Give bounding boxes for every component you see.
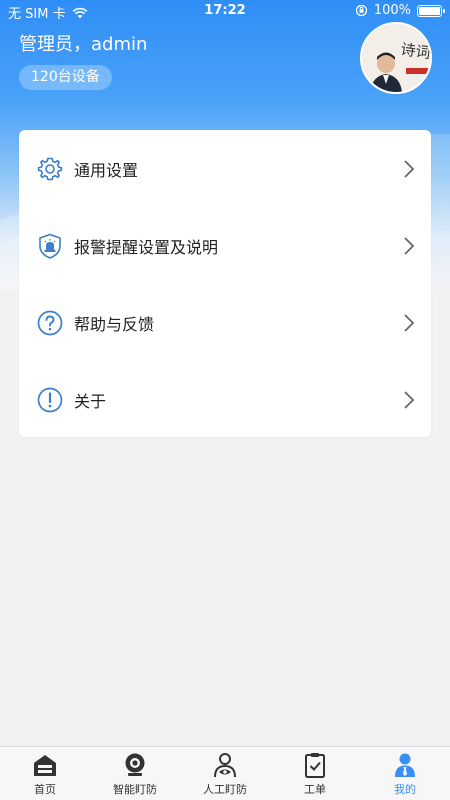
info-icon [37, 387, 63, 413]
bottom-tab-bar: 首页 智能盯防 人工盯防 工单 我的 [0, 746, 450, 800]
gear-icon [37, 157, 63, 181]
clipboard-icon [305, 753, 325, 778]
battery-icon [417, 4, 445, 17]
status-right: 100% [355, 3, 445, 18]
menu-item-help-feedback[interactable]: 帮助与反馈 [19, 284, 431, 361]
camera-icon [125, 753, 145, 776]
tab-label: 我的 [394, 783, 416, 796]
chevron-right-icon [404, 391, 415, 409]
menu-item-general-settings[interactable]: 通用设置 [19, 130, 431, 207]
tab-home[interactable]: 首页 [0, 747, 90, 800]
menu-item-label: 关于 [74, 392, 107, 411]
tab-label: 人工盯防 [203, 783, 247, 796]
tab-work-order[interactable]: 工单 [270, 747, 360, 800]
chevron-right-icon [404, 160, 415, 178]
tab-label: 智能盯防 [113, 783, 157, 796]
person-watch-icon [214, 753, 236, 778]
avatar[interactable]: 诗词 [360, 22, 432, 94]
menu-item-label: 报警提醒设置及说明 [74, 238, 219, 257]
help-icon [37, 310, 63, 336]
tab-manual-watch[interactable]: 人工盯防 [180, 747, 270, 800]
orientation-lock-icon [355, 4, 367, 17]
battery-percent: 100% [373, 3, 411, 18]
menu-item-label: 通用设置 [74, 161, 139, 180]
menu-item-about[interactable]: 关于 [19, 361, 431, 438]
user-greeting: 管理员，admin [19, 34, 148, 55]
tab-smart-watch[interactable]: 智能盯防 [90, 747, 180, 800]
tab-label: 工单 [304, 783, 326, 796]
status-bar: 无 SIM 卡 17:22 100% [0, 0, 450, 22]
menu-item-label: 帮助与反馈 [74, 315, 155, 334]
avatar-image: 诗词 [362, 24, 430, 92]
home-icon [34, 755, 56, 776]
tab-label: 首页 [34, 783, 56, 796]
menu-item-alarm-settings[interactable]: 报警提醒设置及说明 [19, 207, 431, 284]
chevron-right-icon [404, 314, 415, 332]
alarm-shield-icon [39, 233, 61, 259]
profile-icon [395, 753, 415, 777]
chevron-right-icon [404, 237, 415, 255]
device-count-badge[interactable]: 120台设备 [19, 65, 112, 90]
settings-menu-card: 通用设置 报警提醒设置及说明 帮助与反馈 关于 [19, 130, 431, 437]
tab-mine[interactable]: 我的 [360, 747, 450, 800]
